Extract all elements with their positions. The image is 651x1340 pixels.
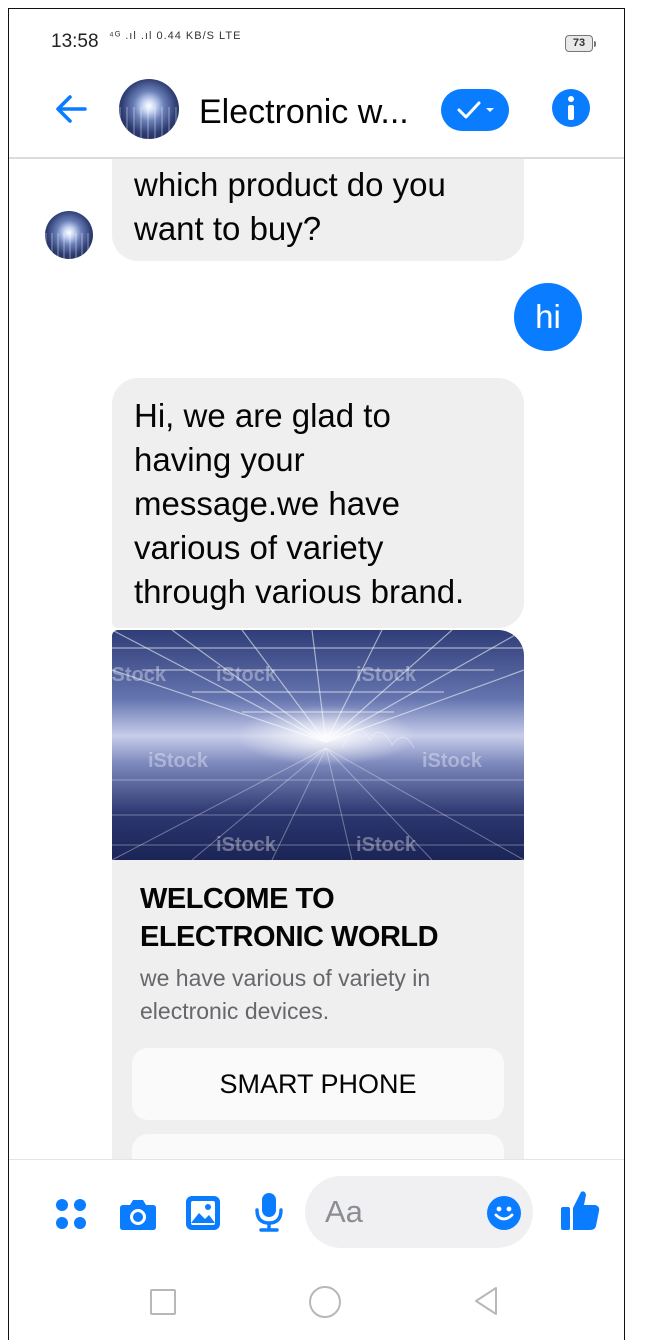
conversation-header: Electronic w...: [9, 69, 624, 159]
image-watermark: iStock: [422, 750, 483, 772]
status-time: 13:58: [51, 31, 99, 52]
card-subtitle-line: electronic devices.: [140, 998, 330, 1024]
message-text: various of variety: [134, 529, 384, 566]
image-watermark: iStock: [216, 834, 277, 856]
microphone-icon[interactable]: [255, 1192, 283, 1232]
back-icon[interactable]: [473, 1286, 499, 1316]
emoji-icon[interactable]: [487, 1196, 521, 1230]
network-status: ⁴ᴳ .ıl .ıl 0.44 KB/S LTE: [109, 30, 242, 42]
apps-icon[interactable]: [55, 1198, 87, 1230]
message-input-placeholder: Aa: [325, 1194, 363, 1229]
incoming-message[interactable]: which product do you want to buy?: [112, 159, 524, 261]
outgoing-message[interactable]: hi: [514, 283, 582, 351]
message-text: want to buy?: [134, 210, 322, 247]
image-watermark: iStock: [356, 664, 417, 686]
laptop-button[interactable]: LAPTOP: [132, 1134, 504, 1159]
message-text: through various brand.: [134, 573, 465, 610]
circuit-grid-graphic: [112, 630, 524, 860]
contact-name[interactable]: Electronic w...: [199, 93, 409, 132]
sender-avatar[interactable]: [45, 211, 93, 259]
card-subtitle-line: we have various of variety in: [140, 965, 431, 991]
checkmark-dropdown-icon: [457, 101, 494, 119]
smiley-face-icon: [494, 1206, 514, 1221]
incoming-message[interactable]: Hi, we are glad to having your message.w…: [112, 378, 524, 628]
back-arrow-icon[interactable]: [53, 91, 89, 127]
message-text: which product do you: [134, 166, 446, 203]
card-subtitle: we have various of variety in electronic…: [140, 962, 510, 1028]
smart-phone-button[interactable]: SMART PHONE: [132, 1048, 504, 1120]
message-text: Hi, we are glad to: [134, 397, 391, 434]
message-text: message.we have: [134, 485, 400, 522]
message-text: hi: [535, 298, 561, 335]
camera-icon[interactable]: [119, 1196, 157, 1232]
status-bar: 13:58 ⁴ᴳ .ıl .ıl 0.44 KB/S LTE 73: [9, 9, 624, 69]
card-image[interactable]: iStock iStock iStock iStock iStock iStoc…: [112, 630, 524, 860]
image-watermark: iStock: [356, 834, 417, 856]
like-icon[interactable]: [560, 1188, 600, 1232]
message-list[interactable]: which product do you want to buy? hi Hi,…: [9, 159, 624, 1159]
template-card[interactable]: iStock iStock iStock iStock iStock iStoc…: [112, 630, 524, 1159]
image-watermark: iStock: [148, 750, 209, 772]
image-watermark: iStock: [112, 664, 167, 686]
card-title: WELCOME TO ELECTRONIC WORLD: [140, 880, 510, 956]
system-navigation-bar: [9, 1259, 624, 1340]
phone-screen: 13:58 ⁴ᴳ .ıl .ıl 0.44 KB/S LTE 73 Electr…: [8, 8, 625, 1340]
mark-done-button[interactable]: [441, 89, 509, 131]
card-title-line: WELCOME TO: [140, 883, 335, 915]
message-text: having your: [134, 441, 305, 478]
image-watermark: iStock: [216, 664, 277, 686]
info-icon[interactable]: [552, 89, 590, 127]
contact-avatar[interactable]: [119, 79, 179, 139]
recent-apps-icon[interactable]: [150, 1289, 176, 1315]
home-icon[interactable]: [309, 1286, 341, 1318]
gallery-icon[interactable]: [185, 1194, 221, 1232]
card-title-line: ELECTRONIC WORLD: [140, 921, 439, 953]
battery-icon: 73: [565, 35, 596, 52]
message-composer: Aa: [9, 1159, 624, 1259]
